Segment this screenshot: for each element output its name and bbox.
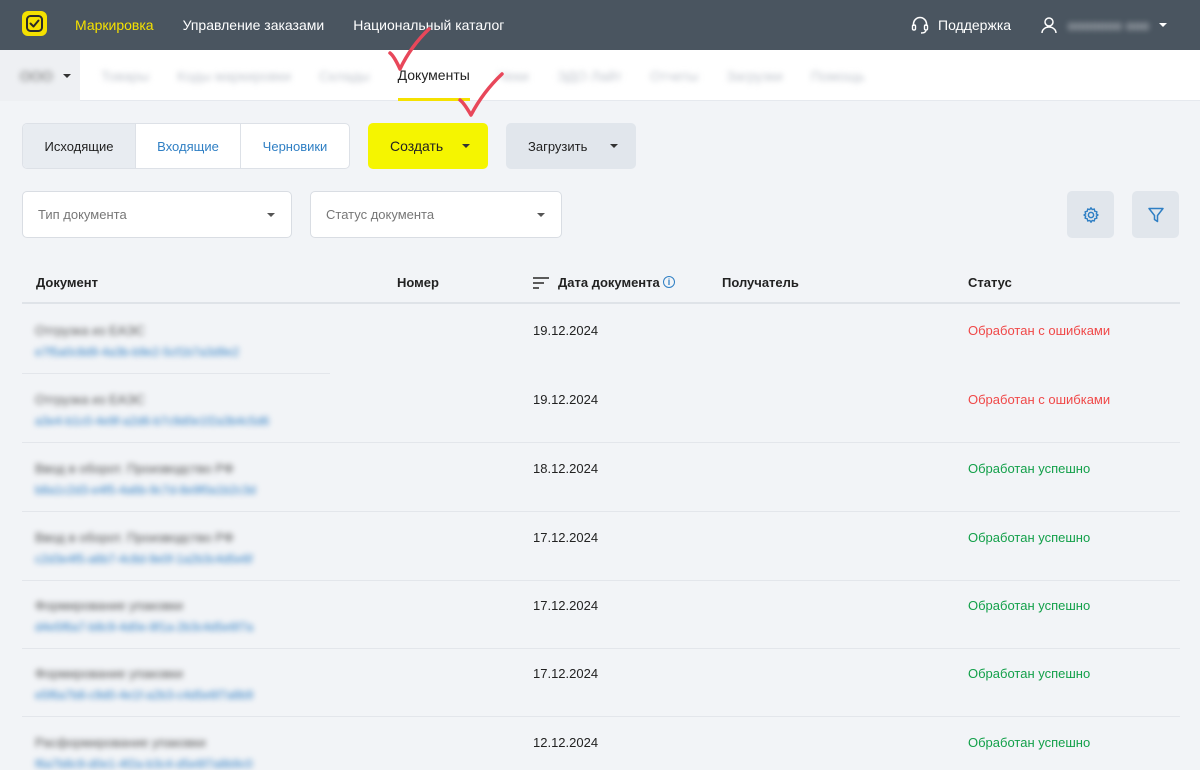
document-date: 17.12.2024 xyxy=(533,666,599,681)
doc-type-placeholder: Тип документа xyxy=(38,207,127,222)
section-nav: ООО Товары Коды маркировки Склады Докуме… xyxy=(0,50,1200,101)
document-title: Ввод в оборот. Производство РФ xyxy=(35,530,234,545)
chevron-down-icon xyxy=(62,73,71,78)
upload-button-label: Загрузить xyxy=(528,138,588,154)
document-date: 12.12.2024 xyxy=(533,735,599,750)
org-name: ООО xyxy=(20,67,53,84)
document-date: 19.12.2024 xyxy=(533,392,599,407)
create-button[interactable]: Создать xyxy=(368,123,488,169)
settings-button[interactable] xyxy=(1067,191,1114,238)
annotation-checkmark-icon xyxy=(458,72,504,117)
direction-segmented-control: Исходящие Входящие Черновики xyxy=(22,123,350,169)
document-id-link[interactable]: a3e4-b1c0-4e9f-a2d6-b7c9d0e1f2a3b4c5d6 xyxy=(35,414,269,428)
tab-uploads[interactable]: Загрузки xyxy=(726,68,782,84)
segment-incoming[interactable]: Входящие xyxy=(136,124,241,168)
tab-products[interactable]: Товары xyxy=(101,68,149,84)
annotation-checkmark-icon xyxy=(388,27,431,71)
doc-status-placeholder: Статус документа xyxy=(326,207,435,222)
user-icon xyxy=(1041,17,1057,34)
status-badge: Обработан с ошибками xyxy=(968,323,1111,338)
org-selector[interactable]: ООО xyxy=(0,50,80,101)
status-badge: Обработан успешно xyxy=(968,530,1091,545)
upload-button[interactable]: Загрузить xyxy=(506,123,636,169)
status-badge: Обработан успешно xyxy=(968,735,1091,750)
top-nav-item-marking[interactable]: Маркировка xyxy=(75,17,154,33)
headset-icon xyxy=(911,16,929,34)
table-row[interactable]: Ввод в оборот. Производство РФ b8a1c2d3-… xyxy=(22,443,1180,512)
tab-help[interactable]: Помощь xyxy=(811,68,865,84)
document-id-link[interactable]: b8a1c2d3-e4f5-4a6b-9c7d-8e9f0a1b2c3d xyxy=(35,483,256,497)
info-icon[interactable]: i xyxy=(663,276,675,288)
create-button-label: Создать xyxy=(390,138,444,154)
document-id-link[interactable]: f6a7b8c9-d0e1-4f2a-b3c4-d5e6f7a8b9c0 xyxy=(35,757,253,770)
chevron-down-icon xyxy=(1159,23,1168,27)
column-status: Статус xyxy=(968,275,1012,290)
column-number: Номер xyxy=(397,275,439,290)
status-badge: Обработан успешно xyxy=(968,598,1091,613)
tab-reports[interactable]: Отчеты xyxy=(650,68,698,84)
document-title: Расформирование упаковки xyxy=(35,735,206,750)
top-bar: Маркировка Управление заказами Националь… xyxy=(0,0,1200,50)
column-recipient: Получатель xyxy=(722,275,799,290)
logo-icon[interactable] xyxy=(22,11,47,36)
doc-status-select[interactable]: Статус документа xyxy=(310,191,562,238)
table-row[interactable]: Формирование упаковки d4e5f6a7-b8c9-4d0e… xyxy=(22,580,1180,649)
document-date: 18.12.2024 xyxy=(533,461,599,476)
table-row[interactable]: Отгрузка из ЕАЭС e7f5a0c8d9-4a3b-b9e2-5c… xyxy=(22,305,1180,374)
table-header: Документ Номер Дата документа i Получате… xyxy=(22,262,1180,304)
document-title: Отгрузка из ЕАЭС xyxy=(35,323,145,338)
segment-outgoing[interactable]: Исходящие xyxy=(23,124,136,168)
document-date: 17.12.2024 xyxy=(533,530,599,545)
document-id-link[interactable]: c2d3e4f5-a6b7-4c8d-9e0f-1a2b3c4d5e6f xyxy=(35,552,253,566)
sort-icon[interactable] xyxy=(533,276,549,290)
support-link[interactable]: Поддержка xyxy=(910,0,1011,50)
segment-drafts[interactable]: Черновики xyxy=(241,124,349,168)
document-id-link[interactable]: e7f5a0c8d9-4a3b-b9e2-5cf1b7a3d9e2 xyxy=(35,345,239,359)
top-nav-item-orders[interactable]: Управление заказами xyxy=(183,17,325,33)
status-badge: Обработан успешно xyxy=(968,461,1091,476)
document-title: Формирование упаковки xyxy=(35,666,183,681)
document-title: Формирование упаковки xyxy=(35,598,183,613)
doc-type-select[interactable]: Тип документа xyxy=(22,191,292,238)
status-badge: Обработан с ошибками xyxy=(968,392,1111,407)
document-id-link[interactable]: e5f6a7b8-c9d0-4e1f-a2b3-c4d5e6f7a8b9 xyxy=(35,688,253,702)
table-row[interactable]: Ввод в оборот. Производство РФ c2d3e4f5-… xyxy=(22,512,1180,581)
tab-marking-codes[interactable]: Коды маркировки xyxy=(177,68,291,84)
chevron-down-icon xyxy=(267,212,275,217)
table-row[interactable]: Расформирование упаковки f6a7b8c9-d0e1-4… xyxy=(22,717,1180,770)
user-menu[interactable]: ооооооо ооо xyxy=(1040,0,1168,50)
chevron-down-icon xyxy=(610,144,618,148)
chevron-down-icon xyxy=(537,212,545,217)
top-nav: Маркировка Управление заказами Националь… xyxy=(75,0,504,50)
support-label: Поддержка xyxy=(938,17,1012,33)
document-title: Отгрузка из ЕАЭС xyxy=(35,392,145,407)
document-title: Ввод в оборот. Производство РФ xyxy=(35,461,234,476)
tab-edo-lite[interactable]: ЭДО Лайт xyxy=(557,68,622,84)
table-row[interactable]: Отгрузка из ЕАЭС a3e4-b1c0-4e9f-a2d6-b7c… xyxy=(22,374,1180,443)
filter-button[interactable] xyxy=(1132,191,1179,238)
column-date[interactable]: Дата документа xyxy=(558,275,660,290)
user-name: ооооооо ооо xyxy=(1068,17,1150,33)
status-badge: Обработан успешно xyxy=(968,666,1091,681)
column-document: Документ xyxy=(36,275,98,290)
table-row[interactable]: Формирование упаковки e5f6a7b8-c9d0-4e1f… xyxy=(22,648,1180,717)
settings-gear-icon xyxy=(1082,206,1099,223)
document-date: 17.12.2024 xyxy=(533,598,599,613)
document-id-link[interactable]: d4e5f6a7-b8c9-4d0e-8f1a-2b3c4d5e6f7a xyxy=(35,620,253,634)
chevron-down-icon xyxy=(462,144,470,148)
filter-funnel-icon xyxy=(1147,207,1164,222)
document-date: 19.12.2024 xyxy=(533,323,599,338)
tab-warehouses[interactable]: Склады xyxy=(319,68,370,84)
